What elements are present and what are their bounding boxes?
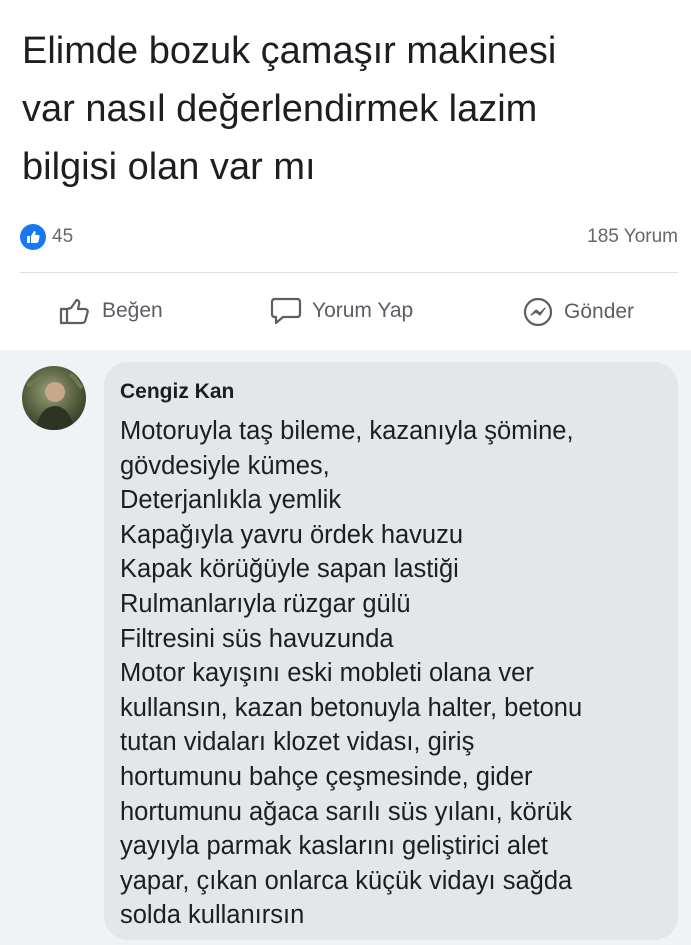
- send-button[interactable]: Gönder: [522, 296, 634, 328]
- comment-line: yayıyla parmak kaslarını geliştirici ale…: [120, 832, 548, 861]
- reactions-summary[interactable]: 45: [20, 224, 73, 250]
- comment-line: Kapak körüğüyle sapan lastiği: [120, 555, 459, 584]
- divider: [20, 272, 678, 273]
- comment-line: yapar, çıkan onlarca küçük vidayı sağda: [120, 866, 573, 895]
- comment-line: solda kullanırsın: [120, 901, 305, 930]
- post-actions: Beğen Yorum Yap Gönder: [0, 290, 691, 336]
- comment-line: Kapağıyla yavru ördek havuzu: [120, 520, 464, 549]
- post-text: Elimde bozuk çamaşır makinesi var nasıl …: [22, 30, 557, 188]
- comment-label: Yorum Yap: [312, 299, 414, 322]
- speech-bubble-icon: [270, 297, 302, 325]
- comment-line: Filtresini süs havuzunda: [120, 624, 394, 653]
- profile-photo-icon: [26, 372, 84, 430]
- reactions-count: 45: [52, 226, 74, 247]
- comment-line: Motoruyla taş bileme, kazanıyla şömine,: [120, 417, 574, 445]
- thumbs-up-icon: [59, 298, 89, 325]
- post-stats: 45 185 Yorum: [20, 222, 678, 254]
- comment-author[interactable]: Cengiz Kan: [120, 380, 234, 404]
- avatar[interactable]: [22, 366, 86, 430]
- comment-line: hortumunu ağaca sarılı süs yılanı, körük: [120, 797, 573, 826]
- comment-line: kullansın, kazan betonuyla halter, beton…: [120, 693, 583, 722]
- comments-count[interactable]: 185 Yorum: [587, 226, 678, 248]
- messenger-icon: [523, 297, 553, 327]
- like-reaction-icon: [20, 224, 46, 250]
- comment-line: tutan vidaları klozet vidası, giriş: [120, 728, 475, 757]
- comment-line: Deterjanlıkla yemlik: [120, 486, 342, 515]
- comment-button[interactable]: Yorum Yap: [270, 296, 413, 326]
- comment-line: gövdesiyle kümes,: [120, 451, 330, 480]
- comment-text: Motoruyla taş bileme, kazanıyla şömine, …: [120, 414, 668, 933]
- like-label: Beğen: [102, 299, 163, 322]
- send-label: Gönder: [564, 300, 635, 323]
- comment-line: hortumunu bahçe çeşmesinde, gider: [120, 762, 533, 791]
- comment-line: Motor kayışını eski mobleti olana ver: [120, 659, 534, 688]
- comments-section: Cengiz Kan Motoruyla taş bileme, kazanıy…: [0, 350, 691, 945]
- like-button[interactable]: Beğen: [58, 296, 163, 326]
- post-card: Elimde bozuk çamaşır makinesi var nasıl …: [0, 0, 691, 350]
- comment-line: Rulmanlarıyla rüzgar gülü: [120, 589, 411, 618]
- comment-bubble: Cengiz Kan Motoruyla taş bileme, kazanıy…: [104, 362, 678, 940]
